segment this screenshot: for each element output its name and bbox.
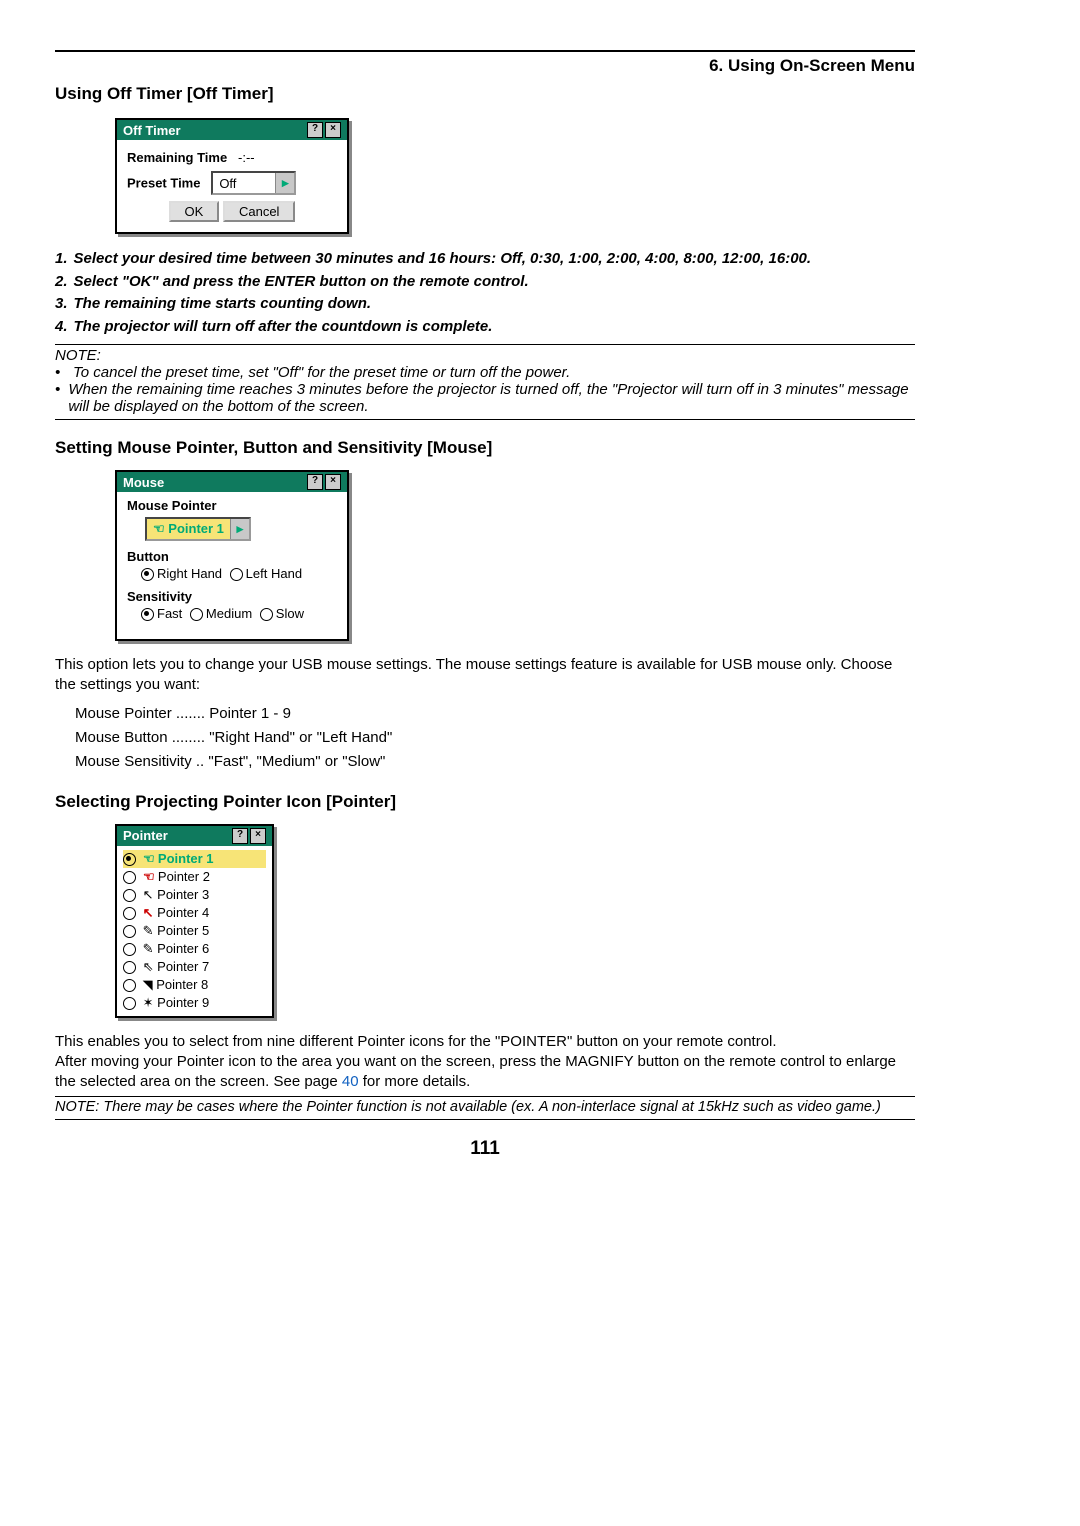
radio-pointer-8[interactable]: ◥ Pointer 8 (123, 976, 266, 994)
off-timer-titlebar: Off Timer ? × (117, 120, 347, 140)
mouse-pointer-value: Pointer 1 (168, 521, 224, 536)
cancel-button[interactable]: Cancel (223, 201, 295, 222)
arrow-outline-icon: ⇖ (143, 959, 154, 974)
help-icon[interactable]: ? (232, 828, 248, 844)
dropdown-arrow-icon: ▸ (230, 519, 249, 539)
radio-fast[interactable]: Fast (141, 606, 182, 621)
mouse-pointer-dropdown[interactable]: ☞ Pointer 1 ▸ (145, 517, 251, 541)
help-icon[interactable]: ? (307, 122, 323, 138)
list-mouse-pointer: Mouse Pointer ....... Pointer 1 - 9 (75, 702, 915, 726)
mouse-pointer-label: Mouse Pointer (127, 498, 337, 513)
off-timer-note-block: NOTE: •To cancel the preset time, set "O… (55, 344, 915, 420)
radio-slow[interactable]: Slow (260, 606, 304, 621)
off-timer-title-text: Off Timer (123, 123, 181, 138)
radio-right-hand[interactable]: Right Hand (141, 566, 222, 581)
radio-pointer-9[interactable]: ✶ Pointer 9 (123, 994, 266, 1012)
section-mouse-heading: Setting Mouse Pointer, Button and Sensit… (55, 438, 915, 458)
hand-pointer-icon: ☞ (143, 851, 155, 867)
list-mouse-button: Mouse Button ........ "Right Hand" or "L… (75, 726, 915, 750)
note-bullet-1: To cancel the preset time, set "Off" for… (73, 364, 570, 381)
ok-button[interactable]: OK (169, 201, 220, 222)
remaining-time-value: -:-- (238, 150, 255, 165)
arrow-cursor-icon: ↖ (143, 905, 154, 920)
pointer-dialog: Pointer ? × ☞ Pointer 1 ☞ Pointer 2 ↖ Po… (115, 824, 274, 1018)
close-icon[interactable]: × (325, 122, 341, 138)
page-link-40[interactable]: 40 (342, 1073, 359, 1090)
top-rule (55, 50, 915, 52)
remaining-time-label: Remaining Time (127, 150, 227, 165)
note-label: NOTE: (55, 347, 915, 364)
hand-pointer-icon: ☞ (143, 869, 155, 885)
sensitivity-label: Sensitivity (127, 589, 337, 604)
radio-left-hand[interactable]: Left Hand (230, 566, 302, 581)
pointer-paragraph-2: After moving your Pointer icon to the ar… (55, 1052, 915, 1093)
off-timer-steps: 1.Select your desired time between 30 mi… (55, 248, 915, 338)
pointer-paragraph-1: This enables you to select from nine dif… (55, 1032, 915, 1052)
arrow-cursor-icon: ↖ (143, 887, 154, 902)
pointer-titlebar: Pointer ? × (117, 826, 272, 846)
radio-pointer-5[interactable]: ✎ Pointer 5 (123, 922, 266, 940)
dropdown-arrow-icon: ▸ (275, 173, 294, 193)
star-pointer-icon: ✶ (143, 995, 154, 1010)
mouse-dialog: Mouse ? × Mouse Pointer ☞ Pointer 1 ▸ Bu… (115, 470, 349, 641)
pen-pointer-icon: ✎ (143, 941, 154, 956)
pointer-title-text: Pointer (123, 828, 168, 843)
mouse-settings-list: Mouse Pointer ....... Pointer 1 - 9 Mous… (75, 702, 915, 774)
off-timer-dialog: Off Timer ? × Remaining Time -:-- Preset… (115, 118, 349, 234)
radio-pointer-3[interactable]: ↖ Pointer 3 (123, 886, 266, 904)
pointer-footer-note: NOTE: There may be cases where the Point… (55, 1096, 915, 1115)
arrow-solid-icon: ◥ (143, 977, 153, 992)
preset-time-label: Preset Time (127, 176, 200, 191)
section-off-timer-heading: Using Off Timer [Off Timer] (55, 84, 915, 104)
preset-time-value: Off (213, 176, 275, 191)
radio-pointer-7[interactable]: ⇖ Pointer 7 (123, 958, 266, 976)
radio-pointer-2[interactable]: ☞ Pointer 2 (123, 868, 266, 886)
close-icon[interactable]: × (325, 474, 341, 490)
page-number: 111 (55, 1138, 915, 1160)
pen-pointer-icon: ✎ (143, 923, 154, 938)
list-mouse-sensitivity: Mouse Sensitivity .. "Fast", "Medium" or… (75, 750, 915, 774)
preset-time-dropdown[interactable]: Off ▸ (211, 171, 296, 195)
chapter-title: 6. Using On-Screen Menu (55, 56, 915, 76)
mouse-paragraph: This option lets you to change your USB … (55, 655, 915, 696)
radio-pointer-6[interactable]: ✎ Pointer 6 (123, 940, 266, 958)
button-label: Button (127, 549, 337, 564)
mouse-titlebar: Mouse ? × (117, 472, 347, 492)
note-bullet-2: When the remaining time reaches 3 minute… (68, 381, 915, 415)
bottom-rule (55, 1119, 915, 1120)
section-pointer-heading: Selecting Projecting Pointer Icon [Point… (55, 792, 915, 812)
radio-medium[interactable]: Medium (190, 606, 252, 621)
help-icon[interactable]: ? (307, 474, 323, 490)
mouse-title-text: Mouse (123, 475, 164, 490)
radio-pointer-4[interactable]: ↖ Pointer 4 (123, 904, 266, 922)
radio-pointer-1[interactable]: ☞ Pointer 1 (123, 850, 266, 868)
close-icon[interactable]: × (250, 828, 266, 844)
hand-pointer-icon: ☞ (153, 521, 165, 537)
